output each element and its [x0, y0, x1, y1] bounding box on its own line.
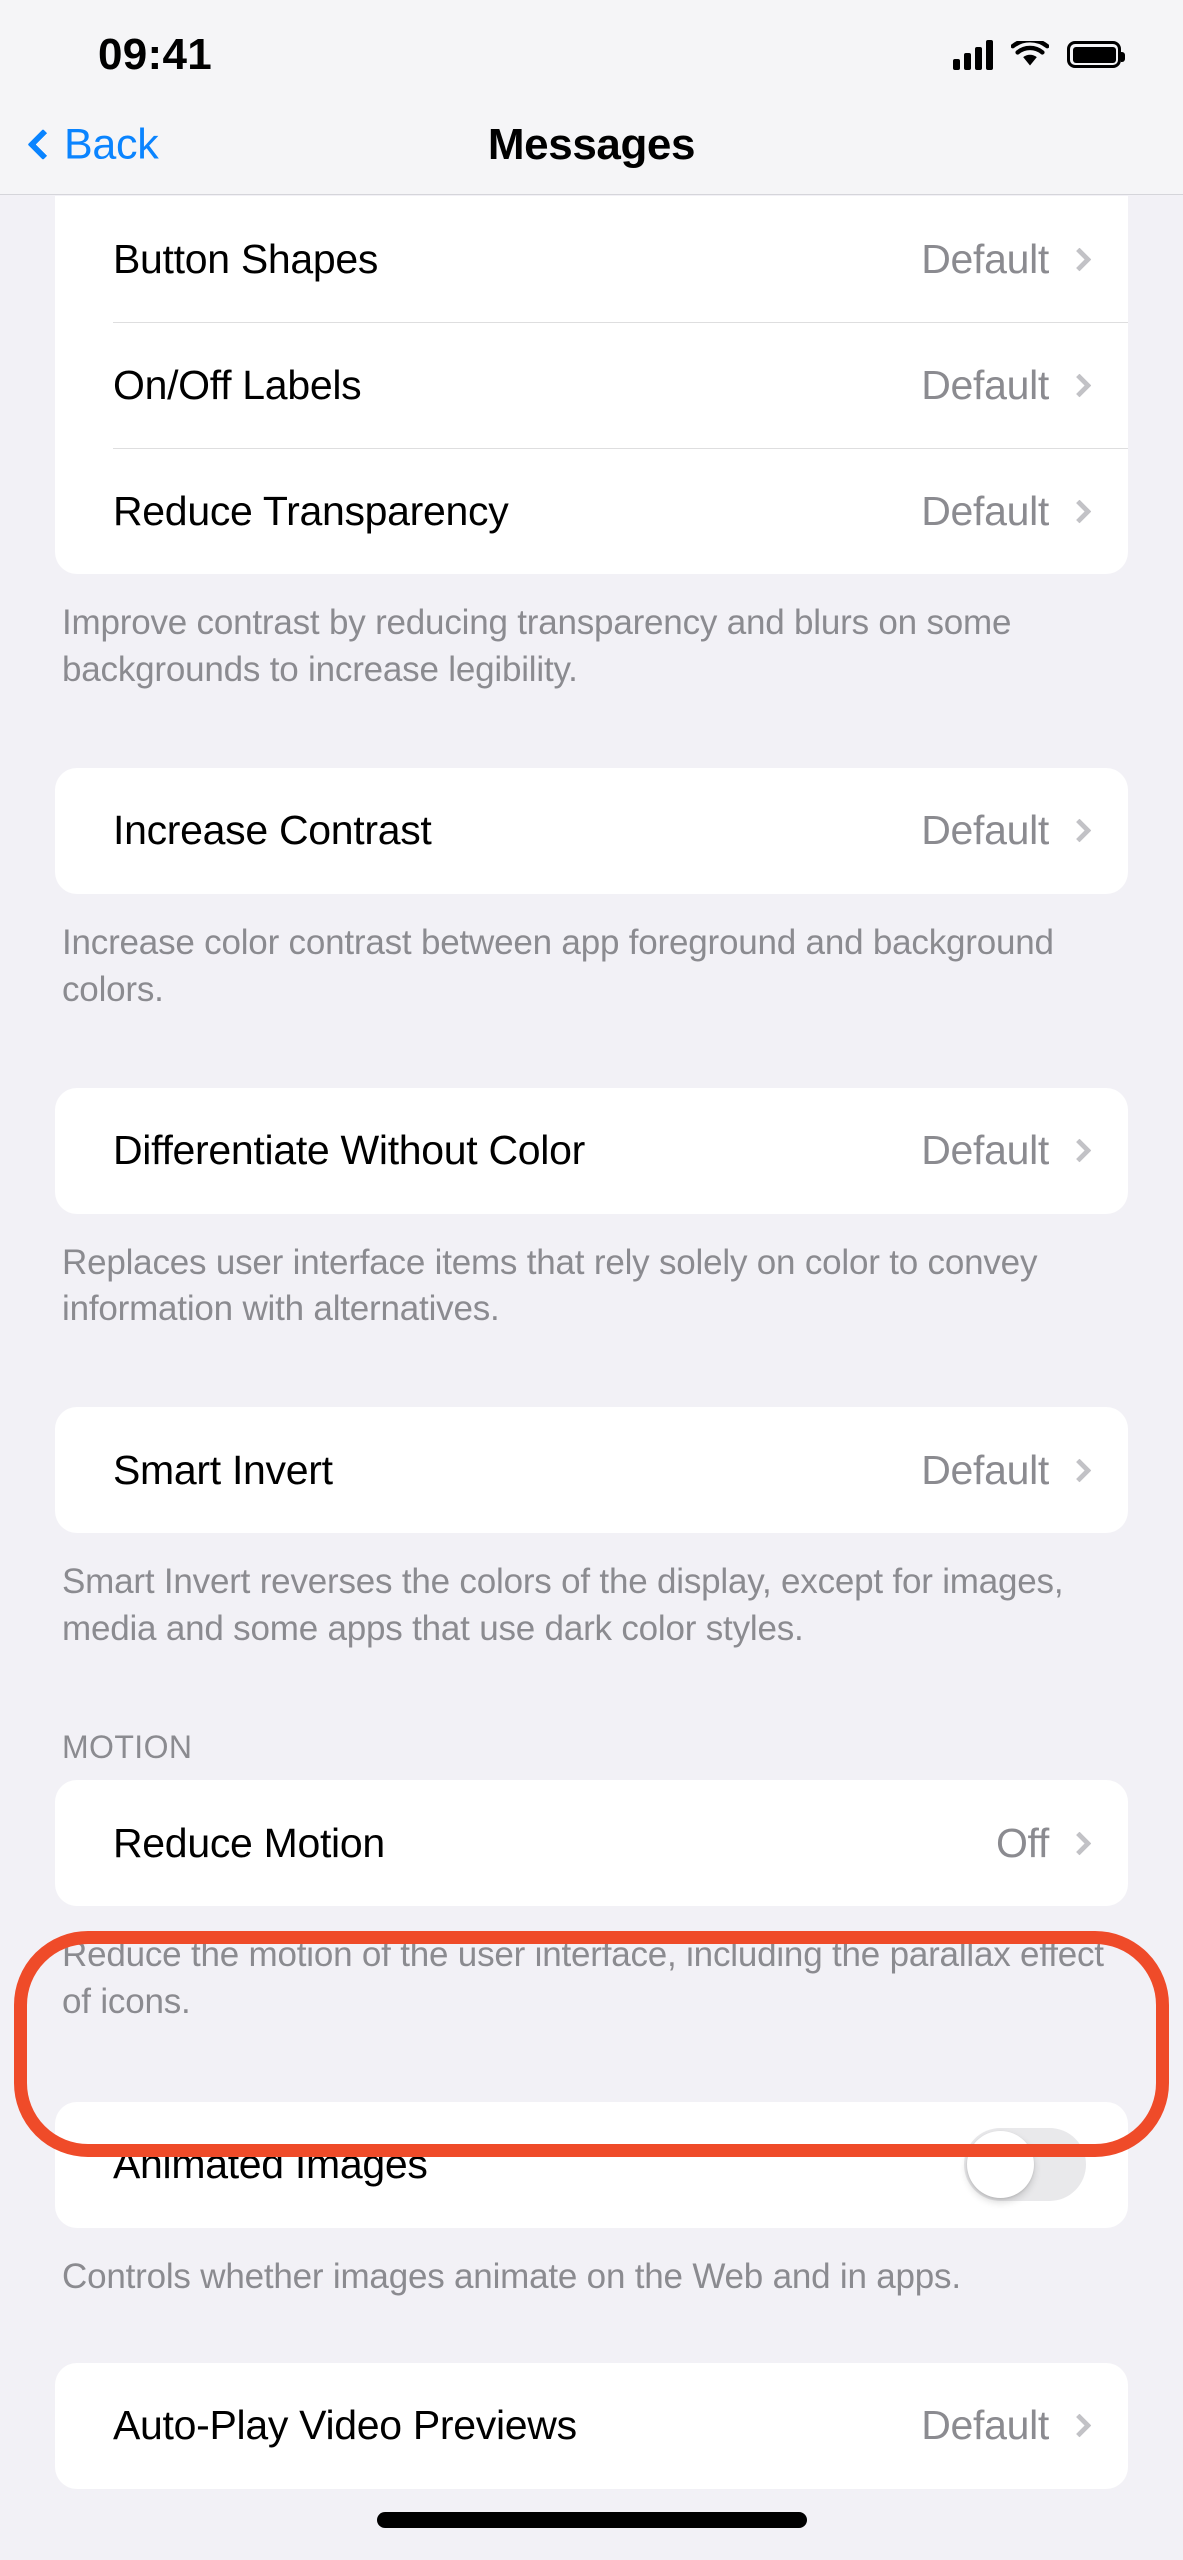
row-label: Button Shapes	[113, 235, 379, 282]
chevron-right-icon	[1067, 1831, 1092, 1856]
row-accessory: Default	[921, 236, 1092, 283]
row-label: Differentiate Without Color	[113, 1127, 585, 1174]
row-value: Off	[995, 1819, 1049, 1866]
section-header-motion: MOTION	[62, 1729, 193, 1766]
settings-group-differentiate-without-color: Differentiate Without Color Default	[55, 1087, 1128, 1214]
row-accessory: Default	[921, 488, 1092, 535]
row-label: Animated Images	[113, 2141, 428, 2188]
settings-group-animated-images: Animated Images	[55, 2101, 1128, 2228]
row-differentiate-without-color[interactable]: Differentiate Without Color Default	[55, 1088, 1128, 1214]
footer-increase-contrast: Increase color contrast between app fore…	[62, 922, 1054, 1009]
row-value: Default	[921, 361, 1049, 408]
navigation-bar: Back Messages	[0, 95, 1183, 195]
home-indicator[interactable]	[376, 2512, 807, 2528]
page-title: Messages	[487, 119, 696, 169]
row-accessory: Default	[921, 1447, 1092, 1494]
status-bar-icons	[953, 39, 1125, 70]
settings-group-motion: Reduce Motion Off	[55, 1780, 1128, 1907]
chevron-right-icon	[1067, 1458, 1092, 1483]
row-value: Default	[921, 487, 1049, 534]
row-animated-images[interactable]: Animated Images	[55, 2102, 1128, 2228]
row-accessory: Default	[921, 1127, 1092, 1174]
row-on-off-labels[interactable]: On/Off Labels Default	[55, 322, 1128, 448]
chevron-right-icon	[1067, 498, 1092, 524]
animated-images-toggle[interactable]	[964, 2128, 1086, 2202]
settings-group-display: Button Shapes Default On/Off Labels Defa…	[55, 196, 1128, 574]
row-label: On/Off Labels	[113, 361, 362, 408]
row-label: Smart Invert	[113, 1446, 333, 1493]
row-button-shapes[interactable]: Button Shapes Default	[55, 196, 1128, 322]
footer-smart-invert: Smart Invert reverses the colors of the …	[62, 1562, 1064, 1649]
row-value: Default	[921, 1446, 1049, 1493]
status-bar-time: 09:41	[98, 29, 213, 79]
row-value: Default	[921, 1127, 1049, 1174]
row-label: Reduce Transparency	[113, 487, 509, 534]
settings-group-auto-play: Auto-Play Video Previews Default	[55, 2362, 1128, 2489]
chevron-right-icon	[1067, 1138, 1092, 1163]
iphone-screen: 09:41 Back Messages Button Shapes Defaul…	[0, 0, 1183, 2560]
settings-group-smart-invert: Smart Invert Default	[55, 1407, 1128, 1534]
row-value: Default	[921, 2402, 1049, 2449]
wifi-icon	[1011, 40, 1049, 65]
footer-animated-images: Controls whether images animate on the W…	[62, 2256, 961, 2296]
row-accessory: Default	[921, 807, 1092, 854]
row-increase-contrast[interactable]: Increase Contrast Default	[55, 768, 1128, 894]
chevron-right-icon	[1067, 372, 1092, 398]
cellular-bars-icon	[953, 39, 993, 70]
row-accessory: Default	[921, 2402, 1092, 2449]
chevron-right-icon	[1067, 818, 1092, 843]
settings-group-increase-contrast: Increase Contrast Default	[55, 767, 1128, 894]
row-value: Default	[921, 235, 1049, 282]
chevron-right-icon	[1067, 246, 1092, 272]
toggle-knob	[967, 2131, 1034, 2199]
footer-display: Improve contrast by reducing transparenc…	[62, 603, 1012, 689]
footer-reduce-motion: Reduce the motion of the user interface,…	[62, 1935, 1104, 2022]
row-accessory: Default	[921, 362, 1092, 409]
row-auto-play-video-previews[interactable]: Auto-Play Video Previews Default	[55, 2363, 1128, 2489]
row-smart-invert[interactable]: Smart Invert Default	[55, 1407, 1128, 1533]
status-bar: 09:41	[0, 0, 1183, 95]
battery-full-icon	[1067, 41, 1125, 68]
row-reduce-motion[interactable]: Reduce Motion Off	[55, 1780, 1128, 1906]
chevron-right-icon	[1067, 2413, 1092, 2438]
row-label: Increase Contrast	[113, 807, 432, 854]
row-label: Reduce Motion	[113, 1819, 385, 1866]
row-accessory	[964, 2128, 1092, 2202]
row-accessory: Off	[996, 1820, 1092, 1867]
footer-differentiate-without-color: Replaces user interface items that rely …	[62, 1242, 1038, 1329]
settings-scroll-view[interactable]: Button Shapes Default On/Off Labels Defa…	[0, 196, 1183, 2560]
row-label: Auto-Play Video Previews	[113, 2402, 577, 2449]
row-value: Default	[921, 807, 1049, 854]
row-reduce-transparency[interactable]: Reduce Transparency Default	[55, 448, 1128, 574]
